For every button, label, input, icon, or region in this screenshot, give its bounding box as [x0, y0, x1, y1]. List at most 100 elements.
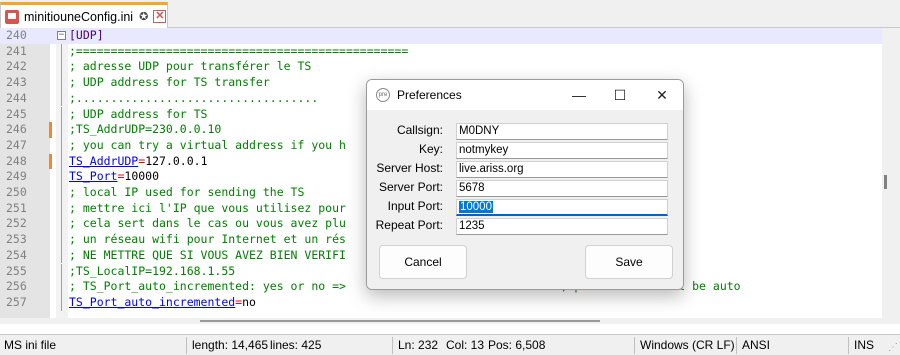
- line-number: 242: [6, 59, 27, 74]
- code-token: 127.0.0.1: [145, 153, 208, 168]
- cancel-button[interactable]: Cancel: [379, 245, 467, 279]
- status-mode[interactable]: INS: [850, 335, 874, 355]
- app-icon: pre: [376, 88, 390, 102]
- status-eol[interactable]: Windows (CR LF): [636, 335, 735, 355]
- line-number: 253: [6, 232, 27, 247]
- repeat-port-label: Repeat Port:: [375, 218, 443, 232]
- tab-close-icon[interactable]: ✕: [153, 10, 167, 23]
- status-divider: [392, 337, 393, 354]
- line-code: ; UDP address for TS: [69, 107, 207, 123]
- server-port-label: Server Port:: [378, 180, 443, 194]
- line-code: TS_AddrUDP=127.0.0.1: [69, 154, 208, 170]
- repeat-port-field[interactable]: 1235: [456, 218, 668, 235]
- dialog-body: Callsign: M0DNY Key: notmykey Server Hos…: [367, 110, 683, 289]
- input-port-field[interactable]: 10000: [456, 199, 668, 216]
- tab-minitiouneconfig[interactable]: minitiouneConfig.ini ✪ ✕: [0, 2, 168, 28]
- minimize-icon[interactable]: —: [569, 85, 589, 105]
- editor-line[interactable]: 242 ; adresse UDP pour transférer le TS: [0, 59, 882, 76]
- fold-guide: [61, 75, 62, 91]
- line-code: ; mettre ici l'IP que vous utilisez pour: [69, 201, 346, 217]
- code-token: ; UDP address for TS transfer: [69, 75, 270, 90]
- line-number: 251: [6, 200, 27, 215]
- line-number: 250: [6, 185, 27, 199]
- fold-guide: [61, 216, 62, 233]
- code-token: ;TS_LocalIP=192.168.1.55: [69, 263, 236, 278]
- line-number: 252: [6, 216, 27, 231]
- code-token: ; you can try a virtual address if you h: [69, 137, 346, 152]
- code-token: ; NE METTRE QUE SI VOUS AVEZ BIEN VERIFI: [69, 247, 346, 262]
- callsign-field[interactable]: M0DNY: [456, 123, 668, 140]
- line-code: ; local IP used for sending the TS: [69, 185, 304, 201]
- code-token: ; un réseau wifi pour Internet et un rés: [69, 232, 346, 247]
- fold-guide: [61, 106, 62, 123]
- file-icon: [5, 9, 19, 24]
- status-col: Col: 13: [446, 338, 485, 352]
- preferences-dialog: pre Preferences — ☐ ✕ Callsign: M0DNY Ke…: [366, 79, 684, 290]
- status-pos: Pos: 6,508: [488, 338, 546, 352]
- line-code: ; un réseau wifi pour Internet et un rés: [69, 232, 346, 248]
- line-code: ;TS_LocalIP=192.168.1.55: [69, 264, 235, 280]
- editor-line[interactable]: 241 ;====================================…: [0, 43, 882, 60]
- fold-guide: [61, 90, 62, 107]
- status-divider: [848, 337, 849, 354]
- key-field[interactable]: notmykey: [456, 142, 668, 159]
- size-grip-icon[interactable]: ⋰: [888, 342, 898, 353]
- code-token: ;...................................: [69, 90, 319, 105]
- line-number: 254: [6, 247, 27, 262]
- line-code: [UDP]: [69, 28, 104, 44]
- line-number: 257: [6, 294, 27, 309]
- code-token: ; UDP address for TS: [69, 106, 208, 121]
- server-host-field[interactable]: live.ariss.org: [456, 161, 668, 178]
- vertical-scrollbar-thumb[interactable]: [884, 175, 887, 189]
- code-token: 10000: [124, 169, 160, 184]
- fold-guide: [61, 153, 62, 170]
- line-number: 255: [6, 263, 27, 278]
- status-ln: Ln: 232: [398, 338, 439, 352]
- line-code: ; NE METTRE QUE SI VOUS AVEZ BIEN VERIFI: [69, 248, 346, 264]
- fold-guide: [61, 294, 62, 311]
- pin-icon[interactable]: ✪: [139, 10, 148, 23]
- line-number: 244: [6, 90, 27, 105]
- save-button[interactable]: Save: [585, 245, 673, 279]
- dialog-title: Preferences: [397, 88, 462, 102]
- code-token: ;TS_AddrUDP=230.0.0.10: [69, 122, 222, 137]
- status-lines: lines: 425: [270, 338, 322, 352]
- status-encoding[interactable]: ANSI: [738, 335, 770, 355]
- fold-guide: [61, 200, 62, 217]
- server-port-field[interactable]: 5678: [456, 180, 668, 197]
- line-code: ; UDP address for TS transfer: [69, 75, 270, 91]
- editor-line[interactable]: 240 − [UDP]: [0, 28, 882, 44]
- status-divider: [736, 337, 737, 354]
- code-token: ; cela sert dans le cas ou vous avez plu: [69, 216, 346, 231]
- line-number: 248: [6, 153, 27, 168]
- line-number: 240: [6, 28, 27, 42]
- line-number: 247: [6, 137, 27, 152]
- editor-line[interactable]: 257 TS_Port_auto_incremented=no: [0, 294, 882, 311]
- code-token: ; mettre ici l'IP que vous utilisez pour: [69, 200, 346, 215]
- code-token: TS_Port: [69, 169, 118, 184]
- status-language: MS ini file: [4, 338, 57, 352]
- fold-guide: [61, 43, 62, 60]
- fold-toggle-icon[interactable]: −: [57, 31, 66, 40]
- status-length: length: 14,465: [192, 338, 269, 352]
- fold-guide: [61, 263, 62, 280]
- line-code: TS_Port_auto_incremented=no: [69, 295, 256, 311]
- line-code: ; cela sert dans le cas ou vous avez plu: [69, 216, 346, 232]
- horizontal-scrollbar-thumb[interactable]: [200, 320, 600, 322]
- line-number: 246: [6, 122, 27, 137]
- code-token: TS_Port_auto_incremented: [69, 294, 236, 309]
- change-marker: [49, 153, 52, 170]
- line-code: ;=======================================…: [69, 44, 408, 60]
- key-label: Key:: [418, 142, 443, 156]
- close-icon[interactable]: ✕: [652, 85, 672, 105]
- dialog-titlebar[interactable]: pre Preferences — ☐ ✕: [367, 80, 683, 110]
- fold-guide: [61, 247, 62, 264]
- fold-guide: [61, 185, 62, 201]
- input-port-selected-text: 10000: [459, 201, 493, 213]
- maximize-icon[interactable]: ☐: [610, 85, 630, 105]
- line-code: ;...................................: [69, 91, 318, 107]
- server-host-label: Server Host:: [376, 161, 443, 175]
- code-token: [UDP]: [69, 28, 104, 42]
- callsign-label: Callsign:: [396, 123, 443, 137]
- line-code: TS_Port=10000: [69, 169, 159, 185]
